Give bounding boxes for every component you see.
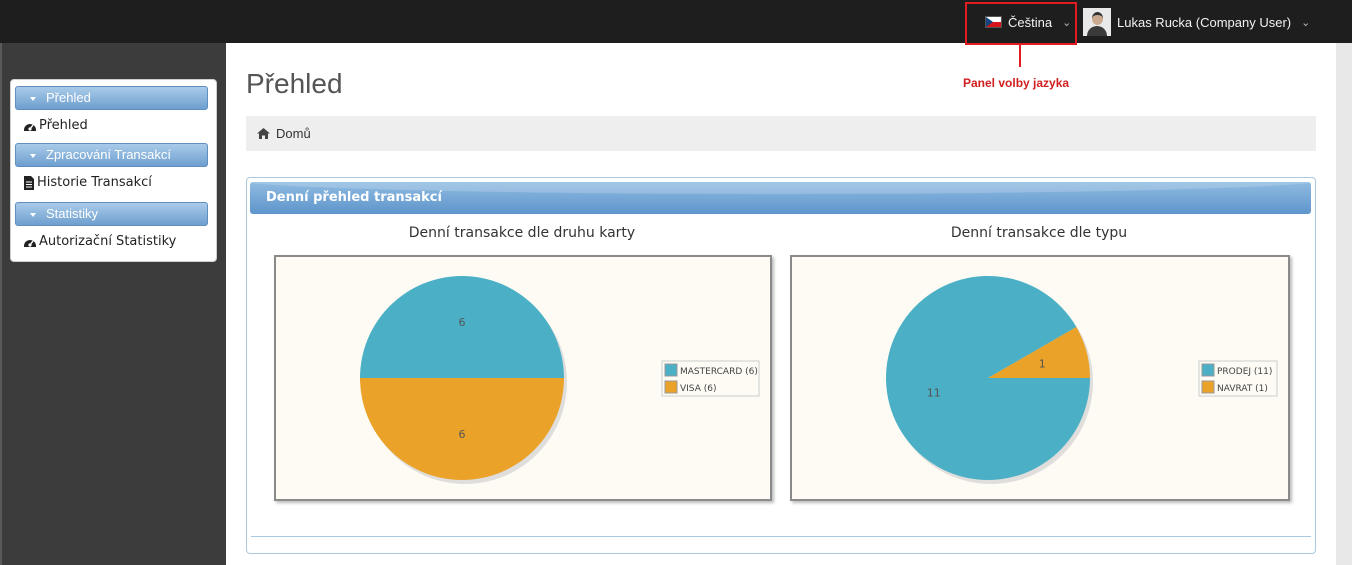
- caret-down-icon: [30, 213, 36, 217]
- scrollbar-track[interactable]: [1336, 43, 1352, 565]
- sidebar-item-label: Historie Transakcí: [37, 175, 152, 190]
- chart-title: Denní transakce dle druhu karty: [408, 225, 636, 241]
- sidebar-section-statistiky[interactable]: Statistiky: [15, 202, 208, 226]
- chart-title: Denní transakce dle typu: [950, 225, 1128, 241]
- pie-data-label: 1: [1039, 357, 1046, 370]
- sidebar-section-label: Statistiky: [46, 206, 99, 221]
- annotation-pointer-line: [1019, 45, 1021, 67]
- page-title: Přehled: [246, 68, 343, 99]
- sidebar-item-label: Přehled: [39, 118, 88, 133]
- caret-down-icon: [30, 154, 36, 158]
- annotation-highlight-box: [965, 2, 1077, 45]
- breadcrumb-home-link[interactable]: Domů: [276, 126, 311, 141]
- transaction-type-chart: 11 1 PRODEJ (11) NAVRAT (1): [790, 255, 1290, 501]
- sidebar-section-label: Přehled: [46, 90, 91, 105]
- legend-swatch: [1201, 380, 1215, 394]
- user-name: Lukas Rucka (Company User): [1117, 14, 1292, 30]
- breadcrumb: Domů: [246, 116, 1316, 151]
- pie-data-label: 11: [927, 387, 941, 400]
- legend-swatch: [1201, 363, 1215, 377]
- sidebar-section-zpracovani-transakci[interactable]: Zpracování Transakcí: [15, 143, 208, 167]
- widget-header: Denní přehled transakcí: [250, 182, 1311, 214]
- card-type-pie-chart: 6 6 MASTERCARD (6) VISA (6): [360, 276, 760, 484]
- widget-title: Denní přehled transakcí: [266, 190, 442, 205]
- sidebar-menu: Přehled Přehled Zpracování Transakcí His…: [10, 79, 217, 262]
- pie-data-label: 6: [459, 316, 466, 329]
- user-menu[interactable]: Lukas Rucka (Company User) ⌄: [1083, 7, 1310, 37]
- legend-label: PRODEJ (11): [1217, 367, 1272, 377]
- legend-label: MASTERCARD (6): [680, 367, 758, 377]
- legend-swatch: [664, 380, 678, 394]
- sidebar-item-prehled[interactable]: Přehled: [23, 117, 88, 135]
- file-icon: [24, 176, 34, 190]
- home-icon: [257, 128, 270, 139]
- avatar: [1083, 8, 1111, 36]
- dashboard-icon: [24, 240, 36, 247]
- sidebar-item-label: Autorizační Statistiky: [39, 234, 177, 249]
- sidebar-section-label: Zpracování Transakcí: [46, 147, 171, 162]
- legend-label: NAVRAT (1): [1217, 384, 1268, 394]
- legend-swatch: [664, 363, 678, 377]
- sidebar-item-autorizacni-statistiky[interactable]: Autorizační Statistiky: [23, 233, 176, 251]
- sidebar-section-prehled[interactable]: Přehled: [15, 86, 208, 110]
- annotation-label: Panel volby jazyka: [963, 76, 1070, 90]
- caret-down-icon: [30, 97, 36, 101]
- card-type-chart: 6 6 MASTERCARD (6) VISA (6): [274, 255, 772, 501]
- widget-divider: [251, 536, 1311, 537]
- transaction-type-pie-chart: 111PRODEJ (11)NAVRAT (1): [886, 275, 1278, 484]
- pie-data-label: 6: [459, 428, 466, 441]
- chevron-down-icon: ⌄: [1301, 16, 1311, 29]
- sidebar-item-historie-transakci[interactable]: Historie Transakcí: [23, 174, 152, 192]
- dashboard-icon: [24, 124, 36, 131]
- legend-label: VISA (6): [680, 384, 716, 394]
